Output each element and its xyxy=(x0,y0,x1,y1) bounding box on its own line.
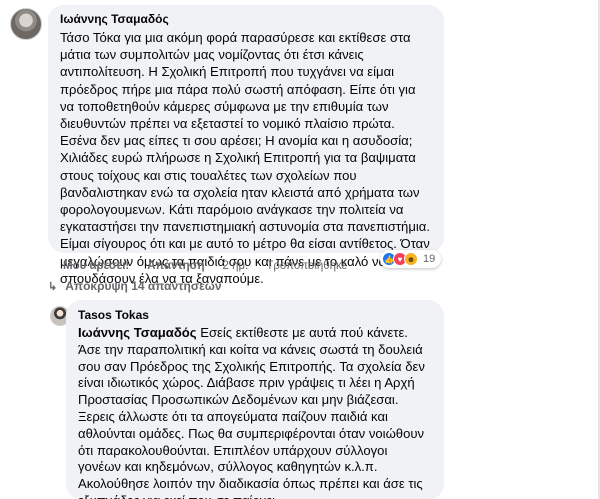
reply-arrow-icon: ↳ xyxy=(48,280,58,293)
avatar[interactable] xyxy=(10,8,42,40)
reply-text: Εσείς εκτίθεστε με αυτά πού κάνετε. Άσε … xyxy=(78,325,425,499)
reactions-summary[interactable]: 👍 ♥ ☻ 19 xyxy=(380,250,442,268)
comment-time[interactable]: 2 ημ. xyxy=(223,260,249,272)
reply-action[interactable]: Απάντηση xyxy=(147,260,204,272)
comment-author[interactable]: Ιωάννης Τσαμαδός xyxy=(60,11,432,27)
reply-text-block: Ιωάννης Τσαμαδός Εσείς εκτίθεστε με αυτά… xyxy=(78,325,432,499)
comment-actions: Μου αρέσει! Απάντηση 2 ημ. Τροποποιήθηκε xyxy=(63,258,365,274)
reply-mention[interactable]: Ιωάννης Τσαμαδός xyxy=(78,325,197,340)
comment-text: Τάσο Τόκα για μια ακόμη φορά παρασύρεσε … xyxy=(60,30,431,286)
hide-replies-label: Απόκρυψη 14 απαντήσεων xyxy=(65,279,222,293)
hide-replies-button[interactable]: ↳ Απόκρυψη 14 απαντήσεων xyxy=(48,277,222,295)
haha-icon: ☻ xyxy=(404,252,418,266)
reply-bubble: Tasos Tokas Ιωάννης Τσαμαδός Εσείς εκτίθ… xyxy=(66,300,444,499)
like-action[interactable]: Μου αρέσει! xyxy=(63,260,129,272)
edited-label: Τροποποιήθηκε xyxy=(266,260,347,272)
reaction-count: 19 xyxy=(423,253,436,265)
reply-author[interactable]: Tasos Tokas xyxy=(78,307,432,323)
comment-bubble: Ιωάννης Τσαμαδός Τάσο Τόκα για μια ακόμη… xyxy=(48,5,444,286)
